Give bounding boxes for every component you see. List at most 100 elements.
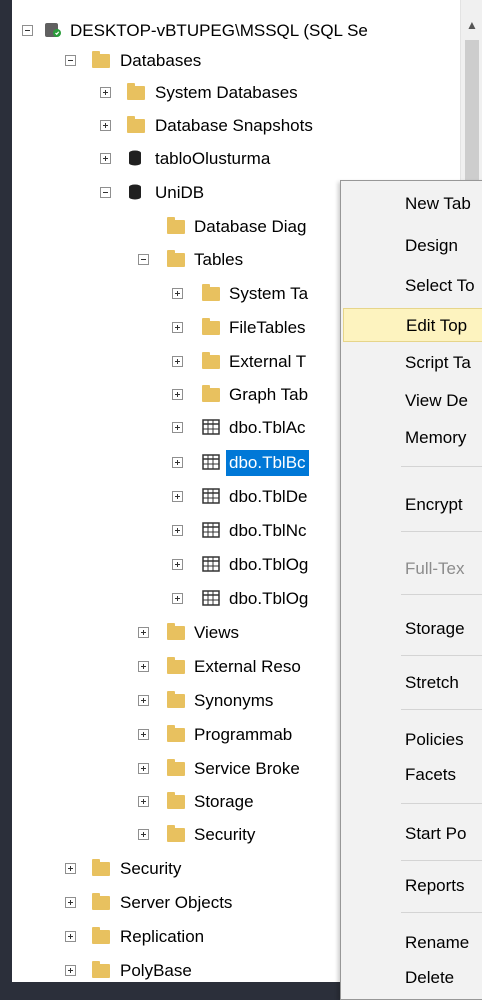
menu-item-full-text: Full-Tex [405,559,465,578]
scroll-up-arrow-icon[interactable]: ▲ [465,18,479,32]
collapse-icon[interactable] [138,254,149,265]
table-label-selected: dbo.TblBc [226,450,309,476]
table-label: dbo.TblOg [229,589,309,608]
menu-item-stretch[interactable]: Stretch [343,666,482,700]
external-resources-label: External Reso [194,657,301,676]
expand-icon[interactable] [138,661,149,672]
menu-item-delete[interactable]: Delete [343,961,482,995]
menu-separator [401,803,482,804]
database-diagrams-label: Database Diag [194,217,307,236]
tablo-olusturma-label: tabloOlusturma [155,149,271,168]
folder-icon [202,318,220,335]
expand-icon[interactable] [172,356,183,367]
expand-icon[interactable] [100,87,111,98]
expand-icon[interactable] [138,627,149,638]
menu-item-new-table[interactable]: New Tab [343,187,482,221]
folder-icon [127,83,145,100]
expand-icon[interactable] [172,389,183,400]
menu-item-facets[interactable]: Facets [343,758,482,792]
menu-separator [401,466,482,467]
expand-icon[interactable] [138,829,149,840]
expand-icon[interactable] [138,729,149,740]
menu-item-view-dependencies[interactable]: View De [343,384,482,418]
folder-icon [92,51,110,68]
collapse-icon[interactable] [65,55,76,66]
table-label: dbo.TblAc [229,418,306,437]
folder-icon [167,792,185,809]
expand-icon[interactable] [65,863,76,874]
table-grid-icon [202,488,220,504]
folder-icon [167,217,185,234]
menu-item-start-powershell[interactable]: Start Po [343,817,482,851]
expand-icon[interactable] [172,593,183,604]
table-grid-icon [202,522,220,538]
table-grid-icon [202,590,220,606]
views-label: Views [194,623,240,642]
file-tables-label: FileTables [229,318,306,337]
expand-icon[interactable] [172,525,183,536]
folder-icon [92,961,110,978]
menu-item-design[interactable]: Design [343,229,482,263]
folder-icon [167,825,185,842]
folder-icon [167,759,185,776]
database-icon [129,150,141,166]
menu-item-select-top[interactable]: Select To [343,269,482,303]
security-label: Security [120,859,182,878]
table-label: dbo.TblDe [229,487,308,506]
expand-icon[interactable] [172,491,183,502]
menu-item-storage[interactable]: Storage [343,612,482,646]
synonyms-label: Synonyms [194,691,274,710]
menu-item-memory[interactable]: Memory [343,421,482,455]
expand-icon[interactable] [172,457,183,468]
security-db-label: Security [194,825,256,844]
menu-separator [401,655,482,656]
table-grid-icon [202,556,220,572]
menu-item-edit-top[interactable]: Edit Top [343,308,482,342]
server-label: DESKTOP-vBTUPEG\MSSQL (SQL Se [70,21,368,40]
service-broker-label: Service Broke [194,759,300,778]
folder-icon [92,893,110,910]
expand-icon[interactable] [172,559,183,570]
folder-icon [167,725,185,742]
database-icon [129,184,141,200]
expand-icon[interactable] [65,897,76,908]
expand-icon[interactable] [100,153,111,164]
menu-item-script-table[interactable]: Script Ta [343,346,482,380]
folder-icon [167,657,185,674]
menu-separator [401,860,482,861]
collapse-icon[interactable] [22,25,33,36]
external-tables-label: External T [229,352,307,371]
replication-label: Replication [120,927,205,946]
system-databases-label: System Databases [155,83,298,102]
folder-icon [167,623,185,640]
expand-icon[interactable] [65,931,76,942]
table-grid-icon [202,419,220,435]
menu-separator [401,709,482,710]
expand-icon[interactable] [172,422,183,433]
menu-item-rename[interactable]: Rename [343,926,482,960]
expand-icon[interactable] [172,322,183,333]
table-label: dbo.TblNc [229,521,307,540]
database-snapshots-label: Database Snapshots [155,116,313,135]
expand-icon[interactable] [138,695,149,706]
folder-icon [167,691,185,708]
databases-label: Databases [120,51,202,70]
polybase-label: PolyBase [120,961,192,980]
menu-item-reports[interactable]: Reports [343,869,482,903]
menu-separator [401,912,482,913]
menu-item-policies[interactable]: Policies [343,723,482,757]
expand-icon[interactable] [100,120,111,131]
menu-item-encrypt[interactable]: Encrypt [343,488,482,522]
folder-icon [202,284,220,301]
system-tables-label: System Ta [229,284,309,303]
expand-icon[interactable] [172,288,183,299]
folder-icon [202,385,220,402]
server-objects-label: Server Objects [120,893,233,912]
server-icon [45,23,61,37]
folder-icon [202,352,220,369]
expand-icon[interactable] [65,965,76,976]
menu-separator [401,594,482,595]
expand-icon[interactable] [138,763,149,774]
collapse-icon[interactable] [100,187,111,198]
expand-icon[interactable] [138,796,149,807]
